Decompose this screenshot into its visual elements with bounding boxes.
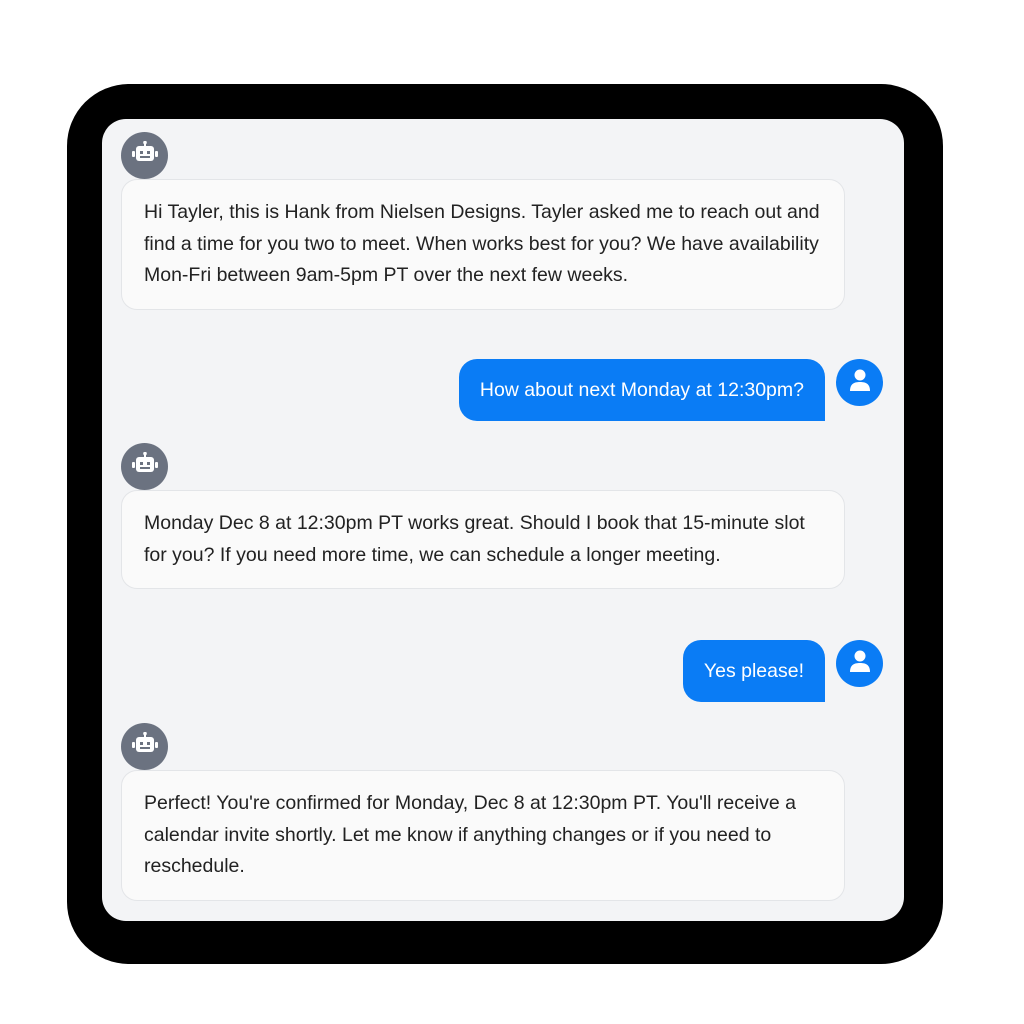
bot-message: Perfect! You're confirmed for Monday, De…	[121, 770, 845, 901]
bot-avatar	[121, 132, 168, 179]
bot-message: Monday Dec 8 at 12:30pm PT works great. …	[121, 490, 845, 589]
user-icon	[849, 368, 871, 397]
bot-message: Hi Tayler, this is Hank from Nielsen Des…	[121, 179, 845, 310]
user-icon	[849, 649, 871, 678]
robot-icon	[131, 140, 158, 170]
user-message: Yes please!	[682, 640, 825, 702]
bot-avatar	[121, 723, 168, 770]
robot-icon	[131, 451, 158, 481]
user-avatar	[836, 640, 883, 687]
user-avatar	[836, 359, 883, 406]
robot-icon	[131, 731, 158, 761]
chat-window: Hi Tayler, this is Hank from Nielsen Des…	[102, 119, 904, 921]
bot-avatar	[121, 443, 168, 490]
user-message: How about next Monday at 12:30pm?	[458, 359, 825, 421]
